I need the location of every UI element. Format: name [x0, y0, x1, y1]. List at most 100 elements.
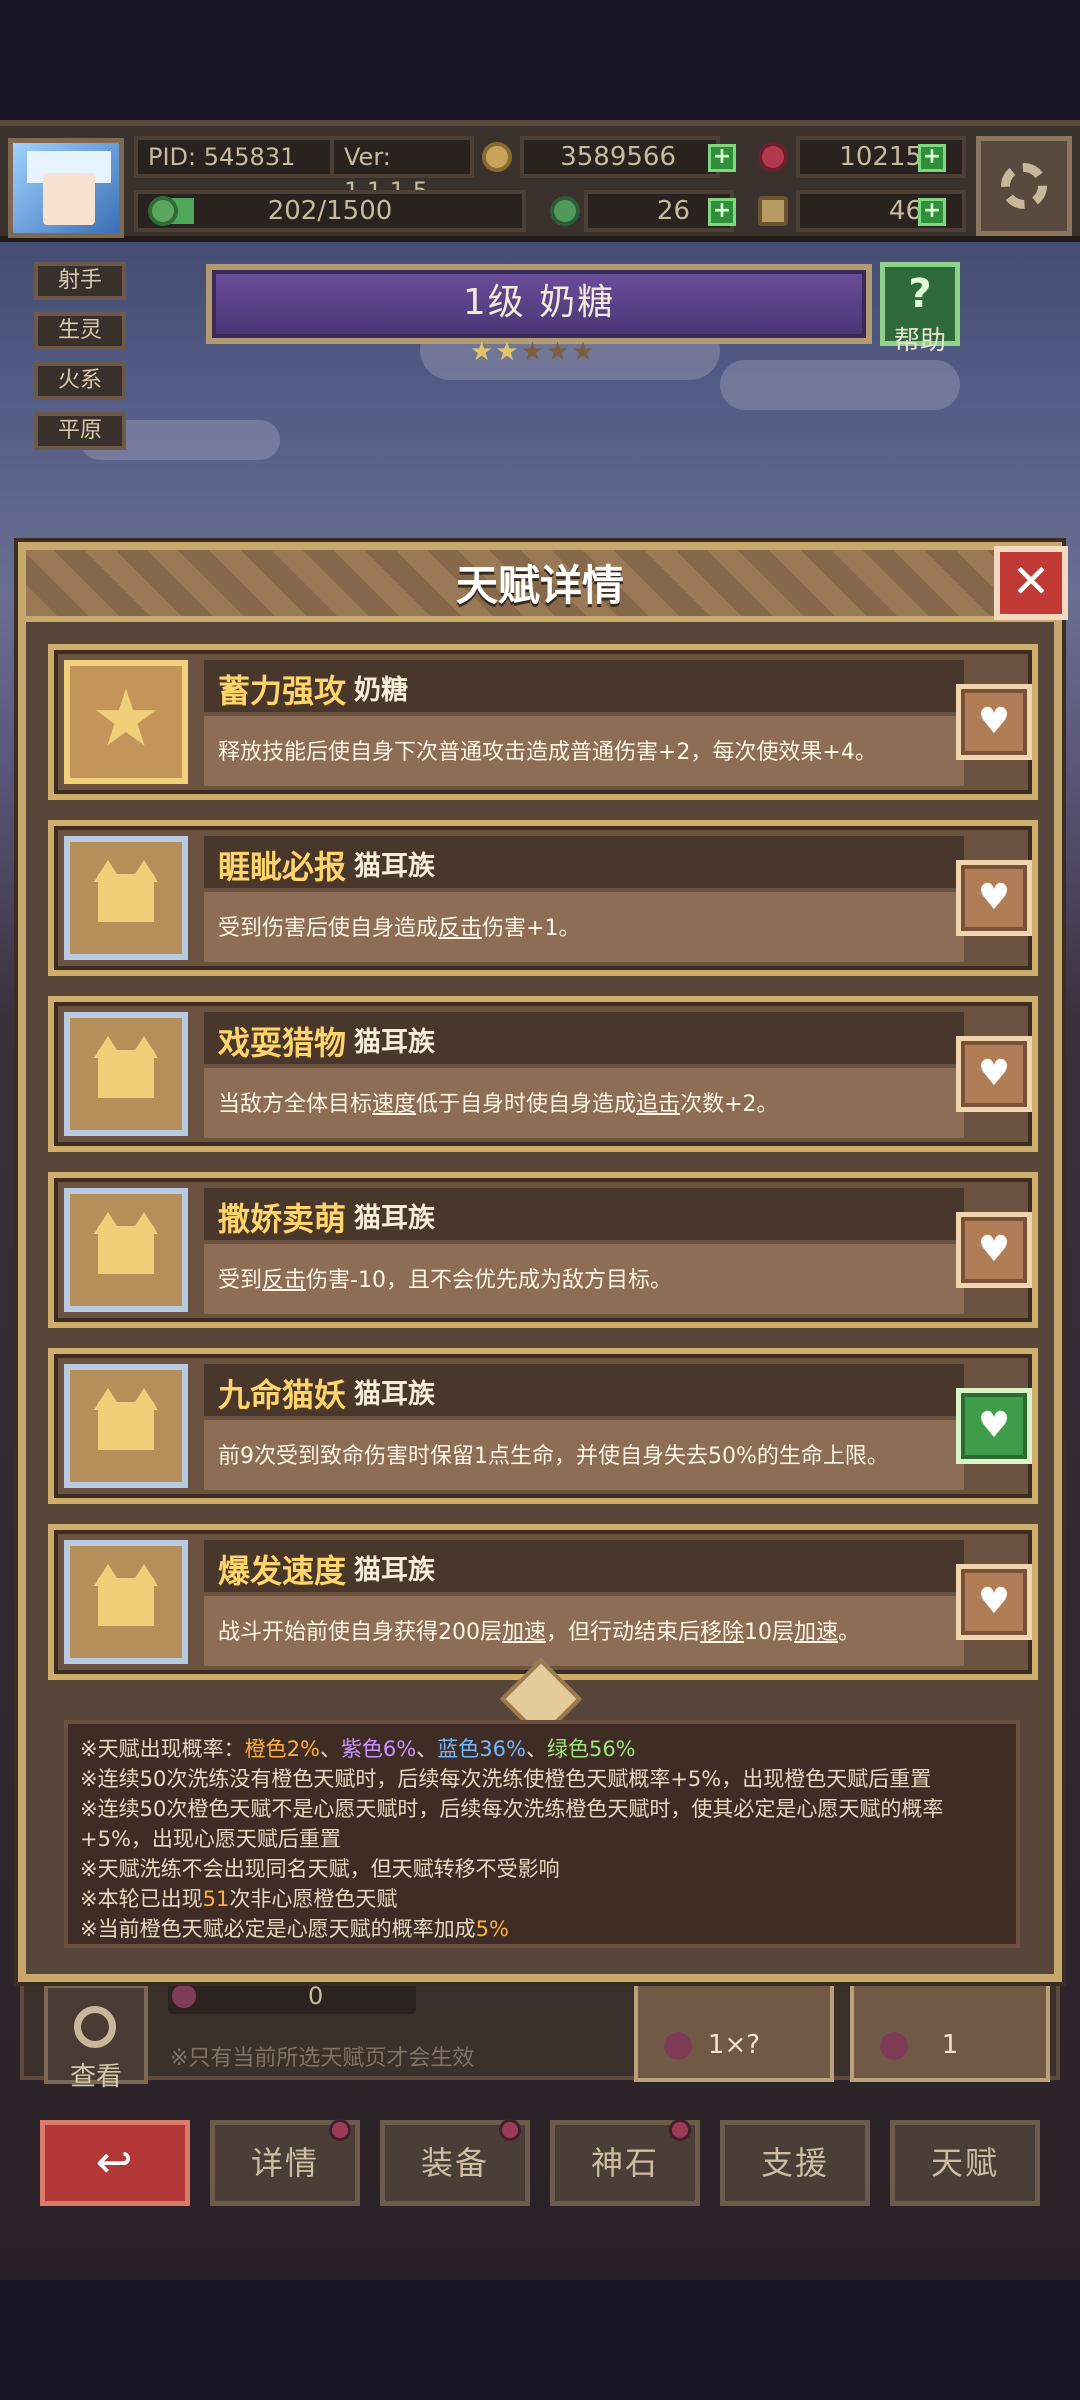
heart-icon: ♥ — [977, 1229, 1011, 1270]
cat-face-icon — [98, 1402, 154, 1450]
heart-icon: ♥ — [977, 1405, 1011, 1446]
talent-name-bar: 爆发速度 猫耳族 — [204, 1540, 964, 1592]
keyword-link[interactable]: 追击 — [636, 1092, 680, 1117]
green-rate: 绿色56% — [546, 1737, 636, 1761]
wish-heart-button[interactable]: ♥ — [956, 1036, 1032, 1112]
heart-icon: ♥ — [977, 1053, 1011, 1094]
talent-desc-bar: 受到伤害后使自身造成反击伤害+1。 — [204, 892, 964, 962]
tag-plains: 平原 — [34, 412, 126, 450]
nav-tab-support[interactable]: 支援 — [720, 2120, 870, 2206]
wish-heart-button[interactable]: ♥ — [956, 860, 1032, 936]
talent-description: 战斗开始前使自身获得200层加速，但行动结束后移除10层加速。 — [218, 1614, 860, 1646]
add-key-button[interactable]: + — [918, 198, 946, 226]
talent-icon-frame — [64, 1012, 188, 1136]
exp-text: 202/1500 — [267, 196, 393, 226]
tag-archer: 射手 — [34, 262, 126, 300]
rate-note: ※天赋出现概率：橙色2%、紫色6%、蓝色36%、绿色56% — [80, 1734, 1004, 1764]
player-avatar[interactable] — [8, 138, 124, 238]
heart-icon: ♥ — [977, 877, 1011, 918]
talent-name-bar: 睚眦必报 猫耳族 — [204, 836, 964, 888]
talent-source: 奶糖 — [354, 675, 408, 706]
avatar-face — [43, 173, 95, 225]
notification-dot — [669, 2119, 691, 2141]
nav-tab-divine-stone[interactable]: 神石 — [550, 2119, 700, 2206]
talent-card[interactable]: 睚眦必报 猫耳族 受到伤害后使自身造成反击伤害+1。 ♥ — [48, 820, 1038, 976]
magnifier-icon — [74, 2006, 116, 2048]
close-button[interactable]: ✕ — [994, 546, 1068, 620]
note-text: ※天赋出现概率： — [80, 1737, 245, 1761]
keyword-link[interactable]: 反击 — [262, 1268, 306, 1293]
talent-description: 受到伤害后使自身造成反击伤害+1。 — [218, 910, 580, 942]
talent-name-bar: 九命猫妖 猫耳族 — [204, 1364, 964, 1416]
wish-heart-button-active[interactable]: ♥ — [956, 1388, 1032, 1464]
desc-text: 当敌方全体目标 — [218, 1092, 373, 1117]
settings-button[interactable] — [976, 136, 1072, 236]
talent-name-bar: 撒娇卖萌 猫耳族 — [204, 1188, 964, 1240]
gold-coin-icon — [482, 142, 512, 172]
talent-name: 蓄力强攻 — [218, 672, 347, 710]
notification-dot — [499, 2119, 521, 2141]
wish-heart-button[interactable]: ♥ — [956, 1564, 1032, 1640]
keyword-link[interactable]: 速度 — [372, 1092, 416, 1117]
desc-text: ，但行动结束后 — [546, 1620, 701, 1645]
talent-card[interactable]: 爆发速度 猫耳族 战斗开始前使自身获得200层加速，但行动结束后移除10层加速。… — [48, 1524, 1038, 1680]
purple-rate: 紫色6% — [340, 1737, 417, 1761]
keyword-link[interactable]: 加速 — [502, 1620, 546, 1645]
keyword-link[interactable]: 反击 — [438, 916, 482, 941]
gear-icon — [1001, 163, 1047, 209]
talent-desc-bar: 战斗开始前使自身获得200层加速，但行动结束后移除10层加速。 — [204, 1596, 964, 1666]
desc-text: 低于自身时使自身造成 — [416, 1092, 637, 1117]
cat-face-icon — [98, 1226, 154, 1274]
hero-star-rating: ★★★★★ — [470, 338, 610, 366]
talent-source: 猫耳族 — [354, 1555, 435, 1586]
desc-text: 10层 — [744, 1620, 795, 1645]
key-icon — [758, 196, 788, 226]
talent-name: 撒娇卖萌 — [218, 1200, 347, 1238]
star-talent-icon: ★ — [91, 674, 161, 764]
talent-card[interactable]: 九命猫妖 猫耳族 前9次受到致命伤害时保留1点生命，并使自身失去50%的生命上限… — [48, 1348, 1038, 1504]
nav-tab-label: 详情 — [250, 2144, 319, 2182]
desc-text: 受到伤害后使自身造成 — [218, 916, 439, 941]
talent-name: 戏耍猎物 — [218, 1024, 347, 1062]
nav-tab-talent[interactable]: 天赋 — [890, 2120, 1040, 2206]
auto-wash-button[interactable]: 1×? — [634, 1982, 834, 2082]
question-icon: ? — [908, 271, 932, 317]
talent-icon-frame: ★ — [64, 660, 188, 784]
wish-heart-button[interactable]: ♥ — [956, 684, 1032, 760]
nav-tab-label: 装备 — [420, 2144, 489, 2182]
wish-bonus-note: ※当前橙色天赋必定是心愿天赋的概率加成5% — [80, 1914, 1004, 1944]
back-button[interactable]: ↩ — [40, 2120, 190, 2206]
wish-pity-note: ※连续50次橙色天赋不是心愿天赋时，后续每次洗练橙色天赋时，使其必定是心愿天赋的… — [80, 1797, 944, 1851]
round-count-value: 51 — [202, 1887, 230, 1911]
nav-tab-equipment[interactable]: 装备 — [380, 2119, 530, 2206]
pid-label: PID: 545831 — [134, 136, 334, 178]
note-text: 、 — [525, 1737, 547, 1761]
nav-tab-details[interactable]: 详情 — [210, 2119, 360, 2206]
gem-icon — [758, 142, 788, 172]
add-gem-button[interactable]: + — [918, 144, 946, 172]
talent-card[interactable]: 戏耍猎物 猫耳族 当敌方全体目标速度低于自身时使自身造成追击次数+2。 ♥ — [48, 996, 1038, 1152]
wish-bonus-value: 5% — [475, 1917, 509, 1941]
add-gold-button[interactable]: + — [708, 144, 736, 172]
wish-heart-button[interactable]: ♥ — [956, 1212, 1032, 1288]
talent-description: 释放技能后使自身下次普通攻击造成普通伤害+2，每次使效果+4。 — [218, 740, 877, 765]
keyword-link[interactable]: 移除 — [700, 1620, 744, 1645]
wash-stone-icon — [172, 1984, 196, 2008]
help-label: 帮助 — [893, 326, 946, 356]
note-text: ※本轮已出现 — [80, 1887, 203, 1911]
gold-amount: 3589566 — [520, 136, 720, 178]
cat-face-icon — [98, 1050, 154, 1098]
wash-cost: 1 — [941, 2030, 959, 2060]
clover-icon — [550, 196, 580, 226]
heart-icon: ♥ — [977, 701, 1011, 742]
notification-dot — [329, 2119, 351, 2141]
keyword-link[interactable]: 加速 — [794, 1620, 838, 1645]
talent-card[interactable]: 撒娇卖萌 猫耳族 受到反击伤害-10，且不会优先成为敌方目标。 ♥ — [48, 1172, 1038, 1328]
add-clover-button[interactable]: + — [708, 198, 736, 226]
round-count-note: ※本轮已出现51次非心愿橙色天赋 — [80, 1884, 1004, 1914]
talent-card[interactable]: ★ 蓄力强攻 奶糖 释放技能后使自身下次普通攻击造成普通伤害+2，每次使效果+4… — [48, 644, 1038, 800]
talent-name: 爆发速度 — [218, 1552, 347, 1590]
cat-face-icon — [98, 1578, 154, 1626]
talent-desc-bar: 当敌方全体目标速度低于自身时使自身造成追击次数+2。 — [204, 1068, 964, 1138]
wash-button[interactable]: 1 — [850, 1982, 1050, 2082]
